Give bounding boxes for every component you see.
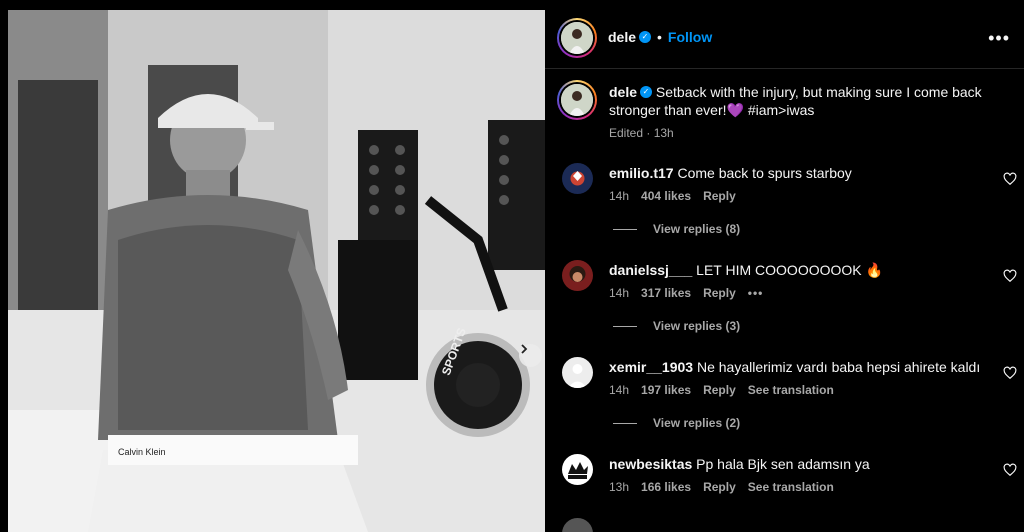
- default-avatar-icon: [562, 357, 593, 388]
- caption-author-avatar[interactable]: [557, 80, 597, 120]
- follow-button[interactable]: Follow: [668, 29, 712, 45]
- caption-text: Setback with the injury, but making sure…: [609, 84, 982, 118]
- comment-username[interactable]: xemir__1903: [609, 359, 693, 375]
- caption-edited-time: Edited · 13h: [609, 126, 674, 140]
- comment-likes[interactable]: 166 likes: [641, 480, 691, 494]
- view-replies-button[interactable]: View replies (3): [613, 319, 740, 333]
- reply-button[interactable]: Reply: [703, 480, 736, 494]
- heart-icon[interactable]: [1003, 366, 1017, 380]
- comment-time: 14h: [609, 383, 630, 397]
- post-image[interactable]: SPORTS Calvin Klein: [8, 10, 545, 532]
- comment-text: Come back to spurs starboy: [677, 165, 852, 181]
- comment-body: danielssj___ LET HIM COOOOOOOOK 🔥: [609, 261, 989, 279]
- comment-avatar[interactable]: [562, 518, 593, 532]
- comment-time: 14h: [609, 286, 630, 300]
- author-avatar-photo: [561, 22, 593, 54]
- post-header: dele ✓ • Follow •••: [545, 0, 1024, 69]
- view-replies-label: View replies (3): [653, 319, 741, 333]
- comment-avatar-photo: [562, 260, 593, 291]
- comment-likes[interactable]: 317 likes: [641, 286, 691, 300]
- comment-body: newbesiktas Pp hala Bjk sen adamsın ya: [609, 455, 989, 473]
- comment-avatar[interactable]: [562, 454, 593, 485]
- heart-icon[interactable]: [1003, 463, 1017, 477]
- caption: dele ✓ Setback with the injury, but makin…: [609, 83, 989, 119]
- comment-username[interactable]: danielssj___: [609, 262, 692, 278]
- comment-body: emilio.t17 Come back to spurs starboy: [609, 164, 989, 182]
- comment-meta: 14h 317 likes Reply •••: [609, 286, 775, 300]
- comments-panel: dele ✓ • Follow ••• dele ✓ Setback with the …: [545, 0, 1024, 532]
- comment-text: LET HIM COOOOOOOOK 🔥: [696, 262, 883, 278]
- next-arrow-icon: [521, 344, 528, 354]
- waistband-text: Calvin Klein: [118, 447, 166, 457]
- comment-body: xemir__1903 Ne hayallerimiz vardı baba h…: [609, 358, 989, 376]
- comment-meta: 13h 166 likes Reply See translation: [609, 480, 846, 494]
- comment-avatar[interactable]: [562, 357, 593, 388]
- comment-avatar-photo: [562, 163, 593, 194]
- gym-photo: SPORTS Calvin Klein: [8, 10, 545, 532]
- comment-avatar[interactable]: [562, 163, 593, 194]
- comment-likes[interactable]: 404 likes: [641, 189, 691, 203]
- comment-options-icon[interactable]: •••: [748, 286, 764, 300]
- caption-username[interactable]: dele: [609, 84, 637, 100]
- comment-time: 13h: [609, 480, 630, 494]
- comment-username[interactable]: emilio.t17: [609, 165, 674, 181]
- view-replies-button[interactable]: View replies (8): [613, 222, 740, 236]
- reply-button[interactable]: Reply: [703, 383, 736, 397]
- replies-divider: [613, 228, 637, 230]
- reply-button[interactable]: Reply: [703, 189, 736, 203]
- comment-time: 14h: [609, 189, 630, 203]
- reply-button[interactable]: Reply: [703, 286, 736, 300]
- replies-divider: [613, 325, 637, 327]
- header-separator: •: [657, 29, 662, 45]
- comment-likes[interactable]: 197 likes: [641, 383, 691, 397]
- comment-meta: 14h 404 likes Reply: [609, 189, 748, 203]
- header-title: dele ✓ • Follow: [608, 29, 712, 47]
- comment-username[interactable]: newbesiktas: [609, 456, 692, 472]
- author-avatar[interactable]: [557, 18, 597, 58]
- comment-avatar-logo: [562, 454, 593, 485]
- caption-avatar-photo: [561, 84, 593, 116]
- heart-icon[interactable]: [1003, 172, 1017, 186]
- view-replies-button[interactable]: View replies (2): [613, 416, 740, 430]
- view-replies-label: View replies (2): [653, 416, 741, 430]
- author-username[interactable]: dele: [608, 29, 636, 45]
- replies-divider: [613, 422, 637, 424]
- comment-avatar[interactable]: [562, 260, 593, 291]
- verified-badge-icon: ✓: [639, 30, 652, 43]
- more-options-icon[interactable]: •••: [988, 28, 1010, 49]
- view-replies-label: View replies (8): [653, 222, 741, 236]
- see-translation-button[interactable]: See translation: [748, 383, 834, 397]
- heart-icon[interactable]: [1003, 269, 1017, 283]
- next-image-button[interactable]: [519, 344, 542, 367]
- see-translation-button[interactable]: See translation: [748, 480, 834, 494]
- comment-text: Ne hayallerimiz vardı baba hepsi ahirete…: [696, 359, 981, 375]
- comment-text: Pp hala Bjk sen adamsın ya: [696, 456, 870, 472]
- comment-meta: 14h 197 likes Reply See translation: [609, 383, 846, 397]
- verified-badge-icon: ✓: [640, 86, 653, 99]
